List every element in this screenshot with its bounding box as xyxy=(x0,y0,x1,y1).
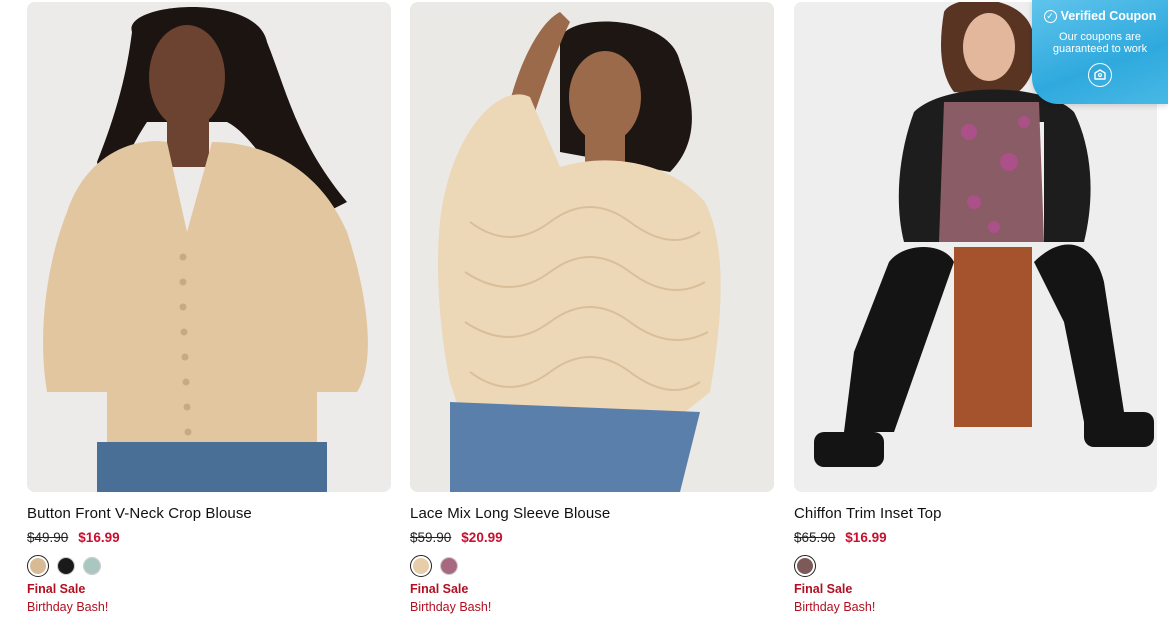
product-title[interactable]: Button Front V-Neck Crop Blouse xyxy=(27,505,391,523)
sale-price: $16.99 xyxy=(845,530,887,545)
promo-label: Birthday Bash! xyxy=(410,600,492,614)
product-title[interactable]: Lace Mix Long Sleeve Blouse xyxy=(410,505,774,523)
color-swatches xyxy=(27,555,391,577)
final-sale-badge: Final Sale xyxy=(410,582,469,596)
color-swatch[interactable] xyxy=(440,557,458,575)
product-image[interactable] xyxy=(410,2,774,492)
final-sale-badge: Final Sale xyxy=(794,582,853,596)
product-image[interactable] xyxy=(27,2,391,492)
sale-price: $20.99 xyxy=(461,530,503,545)
sale-price: $16.99 xyxy=(78,530,120,545)
model-photo-illustration xyxy=(410,2,774,492)
promo-label: Birthday Bash! xyxy=(27,600,109,614)
model-photo-illustration xyxy=(27,2,391,492)
color-swatch[interactable] xyxy=(83,557,101,575)
product-card[interactable]: Lace Mix Long Sleeve Blouse $59.90 $20.9… xyxy=(410,2,774,615)
check-circle-icon: ✓ xyxy=(1043,9,1057,23)
product-card[interactable]: Button Front V-Neck Crop Blouse $49.90 $… xyxy=(27,2,391,615)
product-grid: Button Front V-Neck Crop Blouse $49.90 $… xyxy=(27,2,1157,624)
verified-coupon-widget[interactable]: ✓ Verified Coupon Our coupons are guaran… xyxy=(1032,0,1168,104)
original-price: $59.90 xyxy=(410,530,452,545)
color-swatch-selected[interactable] xyxy=(27,555,49,577)
price-row: $59.90 $20.99 xyxy=(410,530,774,546)
color-swatches xyxy=(794,555,1157,577)
final-sale-badge: Final Sale xyxy=(27,582,86,596)
price-row: $65.90 $16.99 xyxy=(794,530,1157,546)
promo-label: Birthday Bash! xyxy=(794,600,876,614)
color-swatch[interactable] xyxy=(57,557,75,575)
product-title[interactable]: Chiffon Trim Inset Top xyxy=(794,505,1157,523)
price-row: $49.90 $16.99 xyxy=(27,530,391,546)
coupon-header: ✓ Verified Coupon xyxy=(1032,9,1168,23)
coupon-title: Verified Coupon xyxy=(1060,9,1157,23)
original-price: $65.90 xyxy=(794,530,836,545)
color-swatches xyxy=(410,555,774,577)
ticket-icon[interactable] xyxy=(1088,63,1112,87)
color-swatch-selected[interactable] xyxy=(410,555,432,577)
color-swatch-selected[interactable] xyxy=(794,555,816,577)
coupon-subtitle: Our coupons are guaranteed to work xyxy=(1052,31,1148,55)
original-price: $49.90 xyxy=(27,530,69,545)
